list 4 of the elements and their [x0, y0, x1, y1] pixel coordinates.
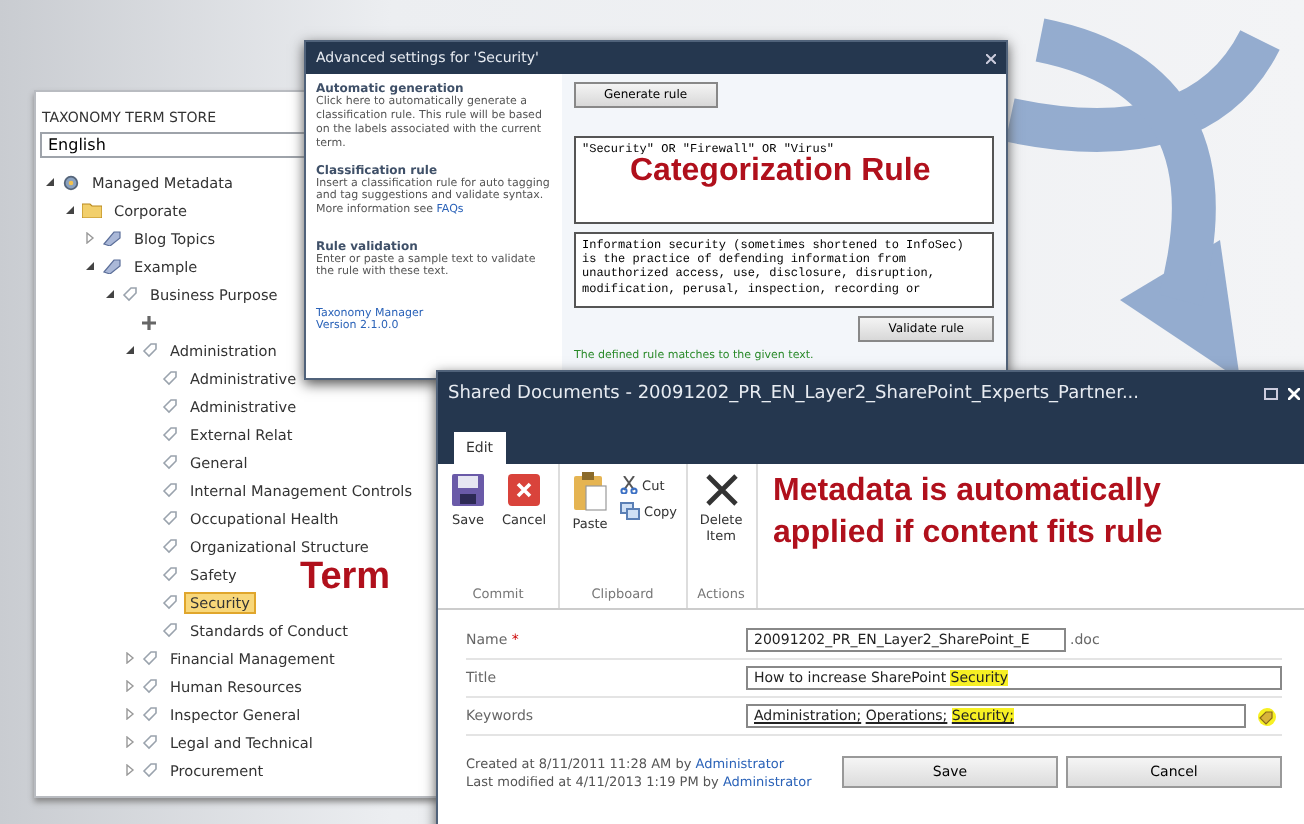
dialog-title: Shared Documents - 20091202_PR_EN_Layer2_SharePoint_Experts_Partner...	[448, 384, 1140, 404]
metadata-label: Metadata is automatically applied if content fits rule	[771, 472, 1165, 554]
rule-label: Categorization Rule	[630, 154, 931, 190]
term-label: Term	[300, 556, 391, 600]
